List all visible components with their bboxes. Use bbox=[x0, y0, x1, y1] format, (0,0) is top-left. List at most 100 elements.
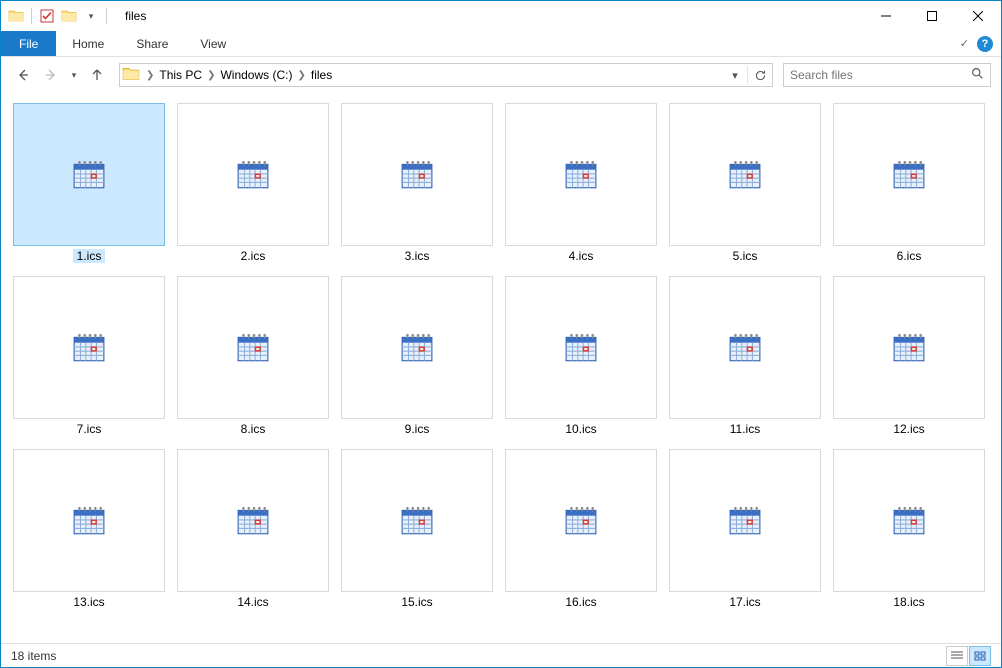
file-item[interactable]: 4.ics bbox=[505, 103, 657, 265]
file-thumbnail bbox=[505, 449, 657, 592]
item-count: 18 items bbox=[11, 649, 56, 663]
file-name: 3.ics bbox=[405, 249, 430, 263]
maximize-button[interactable] bbox=[909, 1, 955, 31]
calendar-file-icon bbox=[72, 158, 106, 192]
back-button[interactable] bbox=[11, 63, 35, 87]
address-bar[interactable]: ❯ This PC ❯ Windows (C:) ❯ files ▾ bbox=[119, 63, 773, 87]
file-item[interactable]: 2.ics bbox=[177, 103, 329, 265]
file-name: 11.ics bbox=[730, 422, 760, 436]
navigation-row: ▾ ❯ This PC ❯ Windows (C:) ❯ files ▾ bbox=[1, 57, 1001, 93]
file-item[interactable]: 9.ics bbox=[341, 276, 493, 438]
calendar-file-icon bbox=[400, 158, 434, 192]
help-icon[interactable]: ? bbox=[977, 36, 993, 52]
ribbon: File Home Share View ✓ ? bbox=[1, 31, 1001, 57]
file-menu[interactable]: File bbox=[1, 31, 56, 56]
file-item[interactable]: 13.ics bbox=[13, 449, 165, 611]
new-folder-qat-icon[interactable] bbox=[60, 7, 78, 25]
file-thumbnail bbox=[669, 276, 821, 419]
file-thumbnail bbox=[833, 449, 985, 592]
forward-button[interactable] bbox=[39, 63, 63, 87]
thumbnails-view-button[interactable] bbox=[969, 646, 991, 666]
calendar-file-icon bbox=[564, 331, 598, 365]
file-thumbnail bbox=[341, 103, 493, 246]
close-button[interactable] bbox=[955, 1, 1001, 31]
calendar-file-icon bbox=[728, 331, 762, 365]
chevron-right-icon[interactable]: ❯ bbox=[144, 70, 156, 81]
file-thumbnail bbox=[177, 276, 329, 419]
file-pane[interactable]: 1.ics 2.ics 3.ics 4.ics 5.ics 6.ics 7.ics 8.ics… bbox=[1, 93, 1001, 643]
file-name: 18.ics bbox=[893, 595, 924, 609]
file-name: 2.ics bbox=[241, 249, 266, 263]
file-name: 16.ics bbox=[565, 595, 596, 609]
file-item[interactable]: 3.ics bbox=[341, 103, 493, 265]
folder-app-icon bbox=[7, 7, 25, 25]
breadcrumb-folder[interactable]: files bbox=[308, 68, 335, 82]
calendar-file-icon bbox=[564, 158, 598, 192]
file-name: 15.ics bbox=[401, 595, 432, 609]
tab-view[interactable]: View bbox=[184, 31, 242, 56]
tab-home[interactable]: Home bbox=[56, 31, 120, 56]
calendar-file-icon bbox=[892, 158, 926, 192]
chevron-right-icon[interactable]: ❯ bbox=[295, 70, 307, 81]
file-item[interactable]: 8.ics bbox=[177, 276, 329, 438]
file-name: 9.ics bbox=[405, 422, 430, 436]
file-thumbnail bbox=[13, 103, 165, 246]
file-item[interactable]: 10.ics bbox=[505, 276, 657, 438]
calendar-file-icon bbox=[72, 504, 106, 538]
file-thumbnail bbox=[833, 103, 985, 246]
properties-qat-icon[interactable] bbox=[38, 7, 56, 25]
search-box[interactable] bbox=[783, 63, 991, 87]
file-name: 13.ics bbox=[73, 595, 104, 609]
file-item[interactable]: 15.ics bbox=[341, 449, 493, 611]
tab-share[interactable]: Share bbox=[120, 31, 184, 56]
address-dropdown-icon[interactable]: ▾ bbox=[723, 64, 747, 86]
file-name: 8.ics bbox=[241, 422, 266, 436]
file-thumbnail bbox=[341, 449, 493, 592]
ribbon-expand-icon[interactable]: ✓ bbox=[960, 37, 969, 50]
file-item[interactable]: 14.ics bbox=[177, 449, 329, 611]
calendar-file-icon bbox=[728, 504, 762, 538]
file-item[interactable]: 5.ics bbox=[669, 103, 821, 265]
file-name: 7.ics bbox=[77, 422, 102, 436]
qat-dropdown-icon[interactable]: ▾ bbox=[82, 7, 100, 25]
breadcrumb-drive[interactable]: Windows (C:) bbox=[217, 68, 295, 82]
file-name: 4.ics bbox=[569, 249, 594, 263]
file-name: 14.ics bbox=[237, 595, 268, 609]
file-item[interactable]: 6.ics bbox=[833, 103, 985, 265]
file-thumbnail bbox=[669, 449, 821, 592]
file-thumbnail bbox=[505, 103, 657, 246]
file-name: 6.ics bbox=[897, 249, 922, 263]
file-name: 17.ics bbox=[729, 595, 760, 609]
calendar-file-icon bbox=[400, 331, 434, 365]
file-item[interactable]: 18.ics bbox=[833, 449, 985, 611]
breadcrumb-this-pc[interactable]: This PC bbox=[156, 68, 205, 82]
refresh-button[interactable] bbox=[748, 64, 772, 86]
file-thumbnail bbox=[177, 449, 329, 592]
file-item[interactable]: 12.ics bbox=[833, 276, 985, 438]
status-bar: 18 items bbox=[1, 643, 1001, 667]
minimize-button[interactable] bbox=[863, 1, 909, 31]
search-input[interactable] bbox=[790, 68, 971, 82]
window-title: files bbox=[125, 9, 146, 23]
file-item[interactable]: 7.ics bbox=[13, 276, 165, 438]
calendar-file-icon bbox=[728, 158, 762, 192]
titlebar: ▾ files bbox=[1, 1, 1001, 31]
search-icon[interactable] bbox=[971, 67, 984, 83]
file-item[interactable]: 16.ics bbox=[505, 449, 657, 611]
calendar-file-icon bbox=[236, 158, 270, 192]
file-name: 12.ics bbox=[893, 422, 924, 436]
file-thumbnail bbox=[13, 449, 165, 592]
up-button[interactable] bbox=[85, 63, 109, 87]
file-thumbnail bbox=[177, 103, 329, 246]
file-item[interactable]: 1.ics bbox=[13, 103, 165, 265]
file-thumbnail bbox=[341, 276, 493, 419]
calendar-file-icon bbox=[72, 331, 106, 365]
calendar-file-icon bbox=[236, 331, 270, 365]
file-name: 1.ics bbox=[73, 249, 106, 263]
file-item[interactable]: 11.ics bbox=[669, 276, 821, 438]
calendar-file-icon bbox=[400, 504, 434, 538]
details-view-button[interactable] bbox=[946, 646, 968, 666]
recent-dropdown-icon[interactable]: ▾ bbox=[67, 63, 81, 87]
file-item[interactable]: 17.ics bbox=[669, 449, 821, 611]
chevron-right-icon[interactable]: ❯ bbox=[205, 70, 217, 81]
